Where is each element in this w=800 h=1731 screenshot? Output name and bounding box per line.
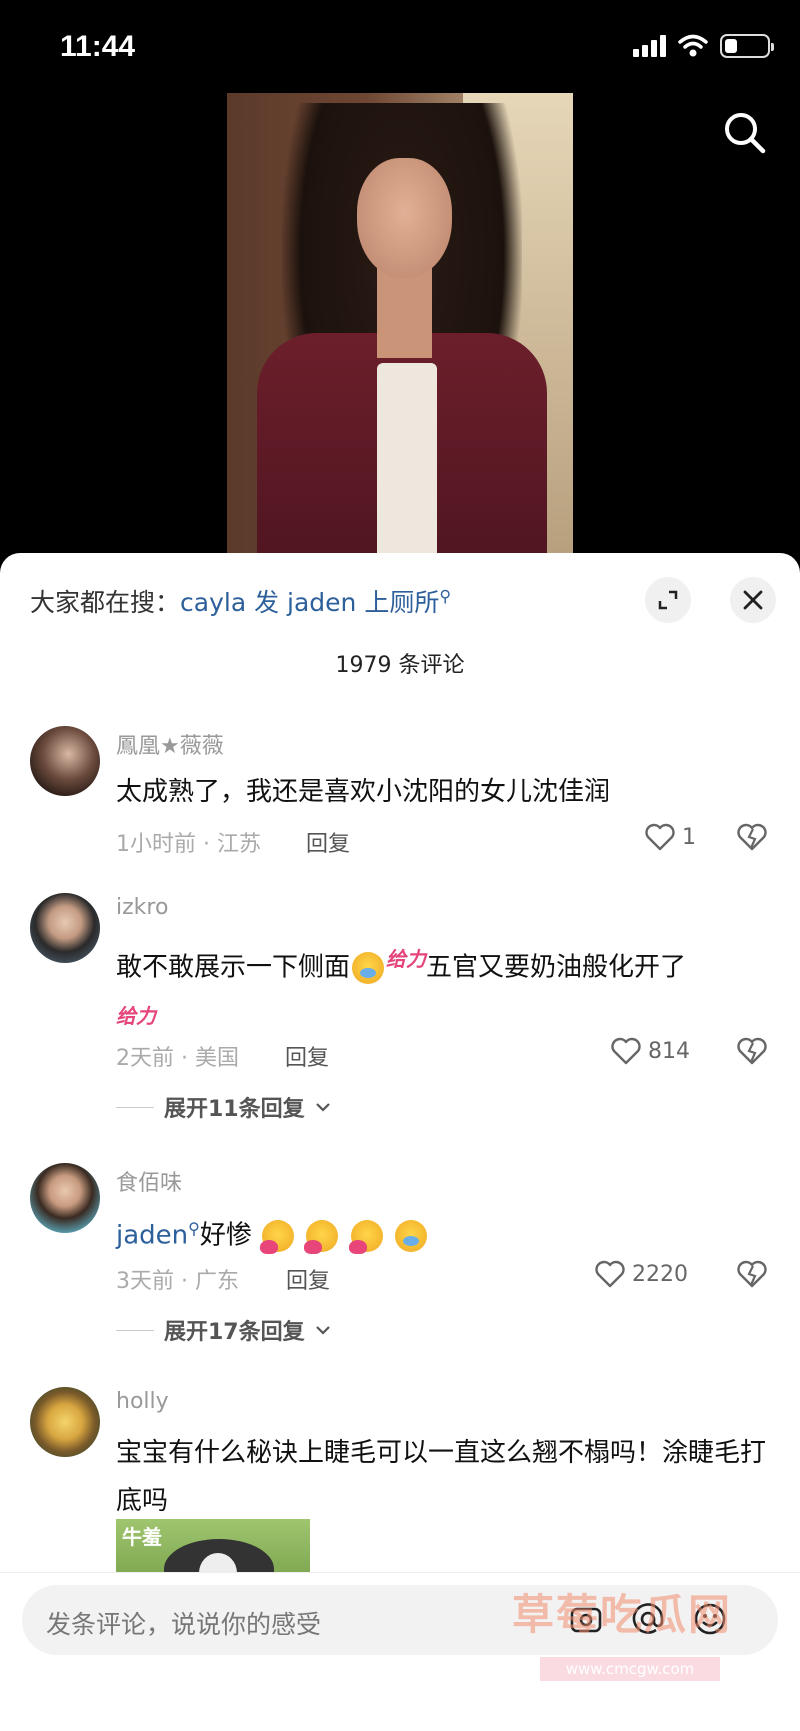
like-button[interactable]: 814	[610, 1036, 690, 1066]
dislike-icon[interactable]	[736, 822, 768, 852]
comment-sheet: 大家都在搜：cayla 发 jaden 上厕所⚲ 1979 条评论 鳳凰★薇薇 …	[0, 553, 800, 1731]
search-icon: ⚲	[188, 1219, 200, 1238]
watermark: 草莓吃瓜网	[512, 1590, 733, 1639]
comment-text[interactable]: jaden⚲好惨	[116, 1205, 776, 1260]
dislike-icon[interactable]	[736, 1259, 768, 1289]
crying-emoji-icon	[394, 1220, 427, 1253]
like-button[interactable]: 2220	[594, 1259, 688, 1289]
expand-replies-label: 展开11条回复	[164, 1097, 305, 1122]
comment-text[interactable]: 宝宝有什么秘诀上睫毛可以一直这么翘不榻吗！涂睫毛打底吗	[116, 1429, 776, 1525]
search-icon: ⚲	[439, 586, 452, 606]
comment-username[interactable]: izkro	[116, 895, 168, 920]
chevron-down-icon	[315, 1103, 330, 1112]
avatar[interactable]	[30, 893, 100, 963]
like-count: 814	[648, 1038, 690, 1064]
comment-text[interactable]: 太成熟了，我还是喜欢小沈阳的女儿沈佳润	[116, 768, 776, 816]
heart-icon	[645, 823, 675, 851]
hug-emoji-icon	[304, 1220, 339, 1255]
comment-input-placeholder: 发条评论，说说你的感受	[46, 1610, 322, 1639]
reply-button[interactable]: 回复	[306, 826, 350, 858]
reply-button[interactable]: 回复	[286, 1263, 330, 1295]
comment-username[interactable]: 食佰味	[116, 1165, 182, 1197]
comment-count: 1979 条评论	[335, 653, 465, 678]
chevron-down-icon	[315, 1326, 330, 1335]
close-button[interactable]	[730, 577, 776, 623]
like-count: 2220	[632, 1261, 688, 1287]
comment-input-bar: 发条评论，说说你的感受 草莓吃瓜网 www.cmcgw.com	[0, 1572, 800, 1731]
like-button[interactable]: 1	[644, 822, 696, 852]
reply-button[interactable]: 回复	[285, 1040, 329, 1072]
avatar[interactable]	[30, 1163, 100, 1233]
image-caption: 牛羞	[122, 1525, 162, 1549]
comment-image[interactable]: 牛羞	[116, 1519, 310, 1579]
comment-meta: 3天前 · 广东	[116, 1269, 239, 1294]
video-player[interactable]	[227, 93, 573, 553]
crying-emoji-icon	[352, 952, 385, 985]
trending-prefix: 大家都在搜：	[30, 588, 181, 617]
trending-search[interactable]: 大家都在搜：cayla 发 jaden 上厕所⚲	[30, 583, 451, 619]
hug-emoji-icon	[260, 1220, 295, 1255]
comment-keyword-link[interactable]: jaden	[116, 1221, 188, 1251]
close-icon	[743, 590, 763, 610]
trending-keyword[interactable]: cayla 发 jaden 上厕所	[180, 588, 439, 617]
sticker-label: 给力	[116, 1003, 156, 1028]
comment-username[interactable]: holly	[116, 1389, 169, 1414]
wifi-icon	[678, 34, 708, 57]
expand-replies-label: 展开17条回复	[164, 1320, 305, 1345]
expand-replies[interactable]: 展开17条回复	[116, 1314, 331, 1346]
expand-button[interactable]	[645, 577, 691, 623]
hug-emoji-icon	[348, 1220, 383, 1255]
comment-meta: 1小时前 · 江苏	[116, 832, 261, 857]
avatar[interactable]	[30, 726, 100, 796]
comment-meta: 2天前 · 美国	[116, 1046, 239, 1071]
search-icon[interactable]	[720, 108, 770, 158]
expand-icon	[658, 590, 678, 610]
avatar[interactable]	[30, 1387, 100, 1457]
status-icons	[633, 34, 774, 58]
comment-text[interactable]: 敢不敢展示一下侧面 给力五官又要奶油般化开了 给力	[116, 935, 776, 1048]
heart-icon	[595, 1260, 625, 1288]
signal-icon	[633, 35, 666, 57]
expand-replies[interactable]: 展开11条回复	[116, 1091, 331, 1123]
battery-icon	[720, 34, 774, 58]
heart-icon	[611, 1037, 641, 1065]
like-count: 1	[682, 824, 696, 850]
status-time: 11:44	[60, 30, 136, 63]
sticker-label: 给力	[386, 947, 427, 971]
comment-username[interactable]: 鳳凰★薇薇	[116, 728, 224, 760]
watermark-url: www.cmcgw.com	[540, 1657, 720, 1681]
dislike-icon[interactable]	[736, 1036, 768, 1066]
